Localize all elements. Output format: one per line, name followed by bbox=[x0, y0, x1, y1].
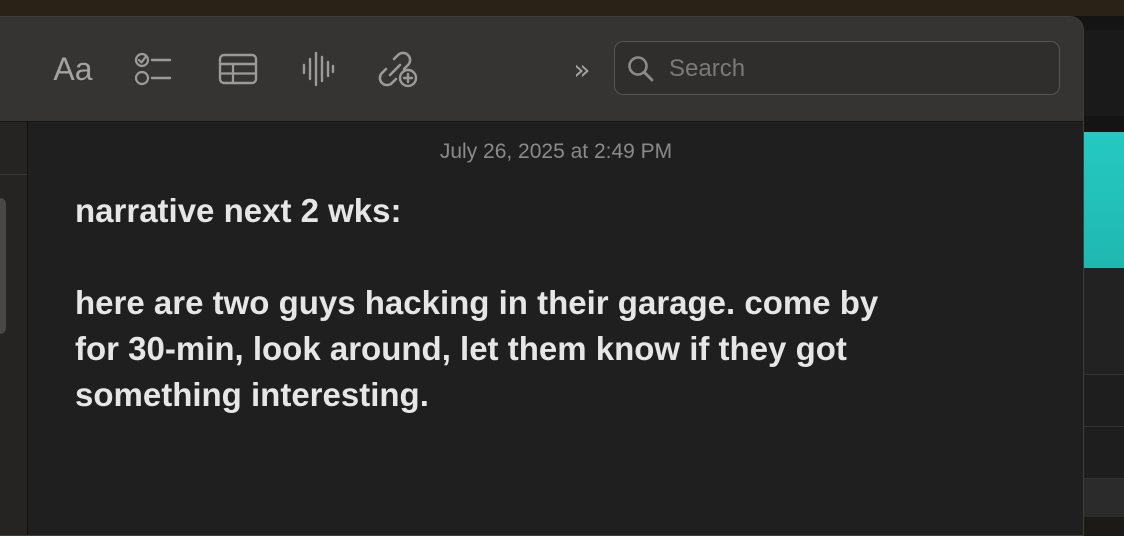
notes-window: Aa » Search July 26, 2025 at 2:49 PM nar… bbox=[0, 16, 1084, 536]
background-app-row bbox=[1080, 426, 1124, 479]
desktop-background bbox=[0, 0, 1124, 16]
note-timestamp: July 26, 2025 at 2:49 PM bbox=[439, 140, 673, 163]
checklist-icon bbox=[134, 52, 174, 86]
table-icon bbox=[218, 53, 258, 85]
note-blank-line[interactable] bbox=[75, 234, 1055, 280]
chevron-double-right-icon: » bbox=[573, 52, 591, 86]
sidebar-selected-item[interactable] bbox=[0, 198, 6, 334]
collaborate-button[interactable] bbox=[374, 47, 422, 91]
search-field[interactable] bbox=[614, 41, 1060, 95]
note-line[interactable]: something interesting. bbox=[75, 372, 1055, 418]
background-app-row bbox=[1080, 374, 1124, 427]
format-button[interactable]: Aa bbox=[46, 47, 100, 91]
text-format-icon: Aa bbox=[53, 50, 93, 87]
toolbar: Aa » Search bbox=[0, 17, 1083, 122]
notes-sidebar[interactable] bbox=[0, 122, 28, 535]
checklist-button[interactable] bbox=[130, 47, 178, 91]
background-app-header bbox=[1080, 30, 1124, 116]
background-app-accent-panel bbox=[1080, 132, 1124, 268]
note-editor[interactable]: July 26, 2025 at 2:49 PM narrative next … bbox=[28, 122, 1083, 535]
sidebar-divider bbox=[0, 174, 27, 175]
background-app-row bbox=[1080, 478, 1124, 517]
search-input[interactable] bbox=[667, 50, 1041, 88]
note-line[interactable]: narrative next 2 wks: bbox=[75, 188, 1055, 234]
more-toolbar-button[interactable]: » bbox=[562, 47, 602, 91]
search-icon bbox=[627, 55, 655, 88]
note-line[interactable]: here are two guys hacking in their garag… bbox=[75, 280, 1055, 326]
note-body[interactable]: narrative next 2 wks: here are two guys … bbox=[75, 188, 1055, 418]
collaborate-link-add-icon bbox=[377, 50, 419, 88]
audio-button[interactable] bbox=[296, 47, 340, 91]
background-app-panel bbox=[1080, 268, 1124, 374]
note-line[interactable]: for 30-min, look around, let them know i… bbox=[75, 326, 1055, 372]
waveform-icon bbox=[300, 51, 336, 87]
table-button[interactable] bbox=[214, 47, 262, 91]
